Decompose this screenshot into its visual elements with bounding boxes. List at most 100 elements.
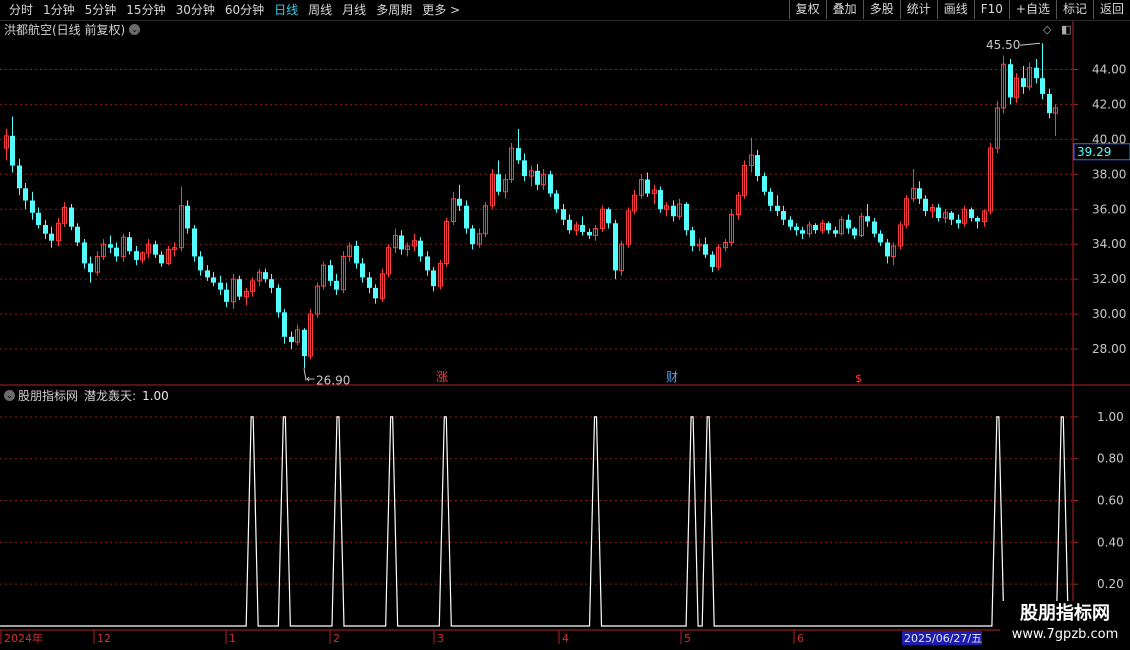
stock-title-text: 洪都航空(日线 前复权) [4,23,126,37]
candle-body-down [431,270,436,287]
period-tab-1[interactable]: 1分钟 [38,1,80,19]
action-button-4[interactable]: 画线 [936,0,974,19]
price-tick-label: 38.00 [1092,167,1126,181]
price-tick-label: 34.00 [1092,237,1126,251]
action-button-6[interactable]: +自选 [1008,0,1056,19]
high-price-arrow [1019,42,1041,46]
chevron-down-icon[interactable]: ⌄ [129,24,141,35]
candle-body-down [1008,64,1013,98]
stock-title[interactable]: 洪都航空(日线 前复权) ⌄ [4,21,141,38]
low-price-arrow-head: ← [306,372,315,385]
candle-body-down [276,287,281,313]
candle-body-down [703,244,708,255]
candle-body-down [606,209,611,224]
candle-body-down [153,244,158,255]
candle-body-down [192,228,197,257]
panel-toggle-icon[interactable]: ◧ [1061,23,1071,36]
indicator-tick-label: 1.00 [1097,410,1124,424]
candle-body-down [282,312,287,337]
current-price-label: 39.29 [1077,145,1111,159]
period-tab-8[interactable]: 月线 [337,1,371,19]
candle-body-down [658,190,663,210]
candle-body-down [1040,78,1045,94]
price-tick-label: 30.00 [1092,307,1126,321]
indicator-tick-label: 0.80 [1097,452,1124,466]
candle-body-down [367,277,372,288]
candle-body-down [516,148,521,161]
marker-dollar: $ [855,372,862,385]
candle-body-down [23,188,28,201]
diamond-icon[interactable]: ◇ [1043,23,1051,36]
candle-body-down [88,263,93,273]
candle-body-down [114,247,119,257]
candle-body-down [134,251,139,260]
candle-body-down [762,176,767,192]
chart-canvas[interactable]: 44.0042.0040.0038.0036.0034.0032.0030.00… [0,0,1130,650]
candle-body-down [1047,93,1052,114]
period-tab-2[interactable]: 5分钟 [80,1,122,19]
time-tick-label: 3 [437,632,444,645]
candle-body-down [334,280,339,290]
candle-body-down [1021,78,1026,87]
period-tab-9[interactable]: 多周期 [371,1,417,19]
action-button-8[interactable]: 返回 [1092,0,1130,19]
candle-body-down [794,226,799,231]
watermark: 股朋指标网 www.7gpzb.com [1000,601,1130,650]
candle-body-down [30,200,35,213]
candle-body-down [878,233,883,243]
candle-body-down [535,170,540,185]
top-toolbar: 分时 1分钟 5分钟 15分钟 30分钟 60分钟 日线 周线 月线 多周期 更多 > 复权 叠加 多股… [0,0,1130,21]
period-tab-10[interactable]: 更多 > [417,1,465,19]
candle-body-down [263,272,268,280]
candle-body-down [159,254,164,264]
indicator-name: 潜龙轰天: [84,389,137,403]
period-tab-4[interactable]: 30分钟 [171,1,220,19]
candle-body-down [205,270,210,278]
indicator-tick-label: 0.40 [1097,535,1124,549]
candle-body-down [587,231,592,236]
candle-body-down [198,256,203,271]
candle-body-down [671,205,676,217]
chevron-down-icon[interactable]: ⌄ [4,390,15,401]
candle-body-down [917,188,922,199]
candle-body-down [956,219,961,224]
candle-body-down [425,256,430,271]
action-button-7[interactable]: 标记 [1055,0,1093,19]
period-tab-7[interactable]: 周线 [303,1,337,19]
action-button-1[interactable]: 叠加 [825,0,863,19]
period-tab-5[interactable]: 60分钟 [220,1,269,19]
time-tick-label: 5 [684,632,691,645]
candle-body-down [17,165,22,189]
candle-body-down [373,287,378,299]
action-button-3[interactable]: 统计 [899,0,937,19]
candle-body-down [768,191,773,206]
indicator-tick-label: 0.20 [1097,577,1124,591]
candle-body-down [457,198,462,206]
indicator-title[interactable]: ⌄ 股朋指标网 潜龙轰天: 1.00 [4,387,169,404]
time-tick-label: 1 [229,632,236,645]
candle-body-down [923,198,928,211]
candle-body-down [949,212,954,220]
high-price-label: 45.50 [986,38,1020,52]
action-button-5[interactable]: F10 [973,0,1009,19]
candle-body-down [613,223,618,271]
period-tab-6[interactable]: 日线 [269,1,303,19]
candle-body-down [690,230,695,246]
action-buttons: 复权 叠加 多股 统计 画线 F10 +自选 标记 返回 [788,0,1130,20]
signal-line [0,416,1073,627]
candle-body-down [548,174,553,194]
period-tab-0[interactable]: 分时 [4,1,38,19]
candle-body-down [885,242,890,257]
watermark-url: www.7gpzb.com [1011,627,1119,642]
candle-body-down [470,228,475,245]
candle-body-down [833,230,838,234]
action-button-0[interactable]: 复权 [788,0,826,19]
candle-body-down [302,329,307,357]
candle-body-down [185,205,190,229]
action-button-2[interactable]: 多股 [862,0,900,19]
candle-body-down [269,279,274,288]
candle-body-down [710,254,715,267]
candle-body-down [561,209,566,220]
period-tab-3[interactable]: 15分钟 [121,1,170,19]
period-tabs: 分时 1分钟 5分钟 15分钟 30分钟 60分钟 日线 周线 月线 多周期 更多 > [4,1,465,19]
